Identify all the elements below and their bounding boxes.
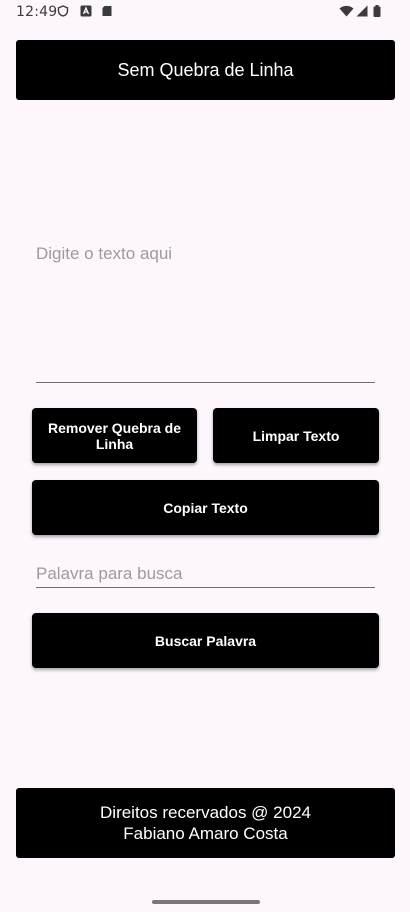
- page-title: Sem Quebra de Linha: [117, 59, 294, 80]
- text-input-area[interactable]: [36, 236, 375, 383]
- status-bar: 12:49: [0, 0, 410, 26]
- sd-card-icon: [101, 5, 113, 17]
- clear-text-button[interactable]: Limpar Texto: [213, 408, 379, 463]
- copy-text-button[interactable]: Copiar Texto: [32, 480, 379, 535]
- font-icon: [80, 5, 92, 17]
- footer-copyright: Direitos recervados @ 2024: [100, 803, 311, 822]
- footer-author: Fabiano Amaro Costa: [123, 824, 288, 843]
- search-word-button[interactable]: Buscar Palavra: [32, 613, 379, 668]
- battery-icon: [373, 5, 381, 17]
- status-time: 12:49: [16, 4, 58, 20]
- shield-icon: [57, 5, 69, 17]
- app-header: Sem Quebra de Linha: [16, 40, 395, 100]
- signal-icon: [356, 5, 368, 17]
- wifi-icon: [339, 5, 354, 17]
- search-word-input[interactable]: [36, 560, 375, 588]
- footer: Direitos recervados @ 2024 Fabiano Amaro…: [16, 788, 395, 858]
- remove-line-breaks-button[interactable]: Remover Quebra de Linha: [32, 408, 197, 463]
- gesture-nav-handle[interactable]: [152, 900, 260, 904]
